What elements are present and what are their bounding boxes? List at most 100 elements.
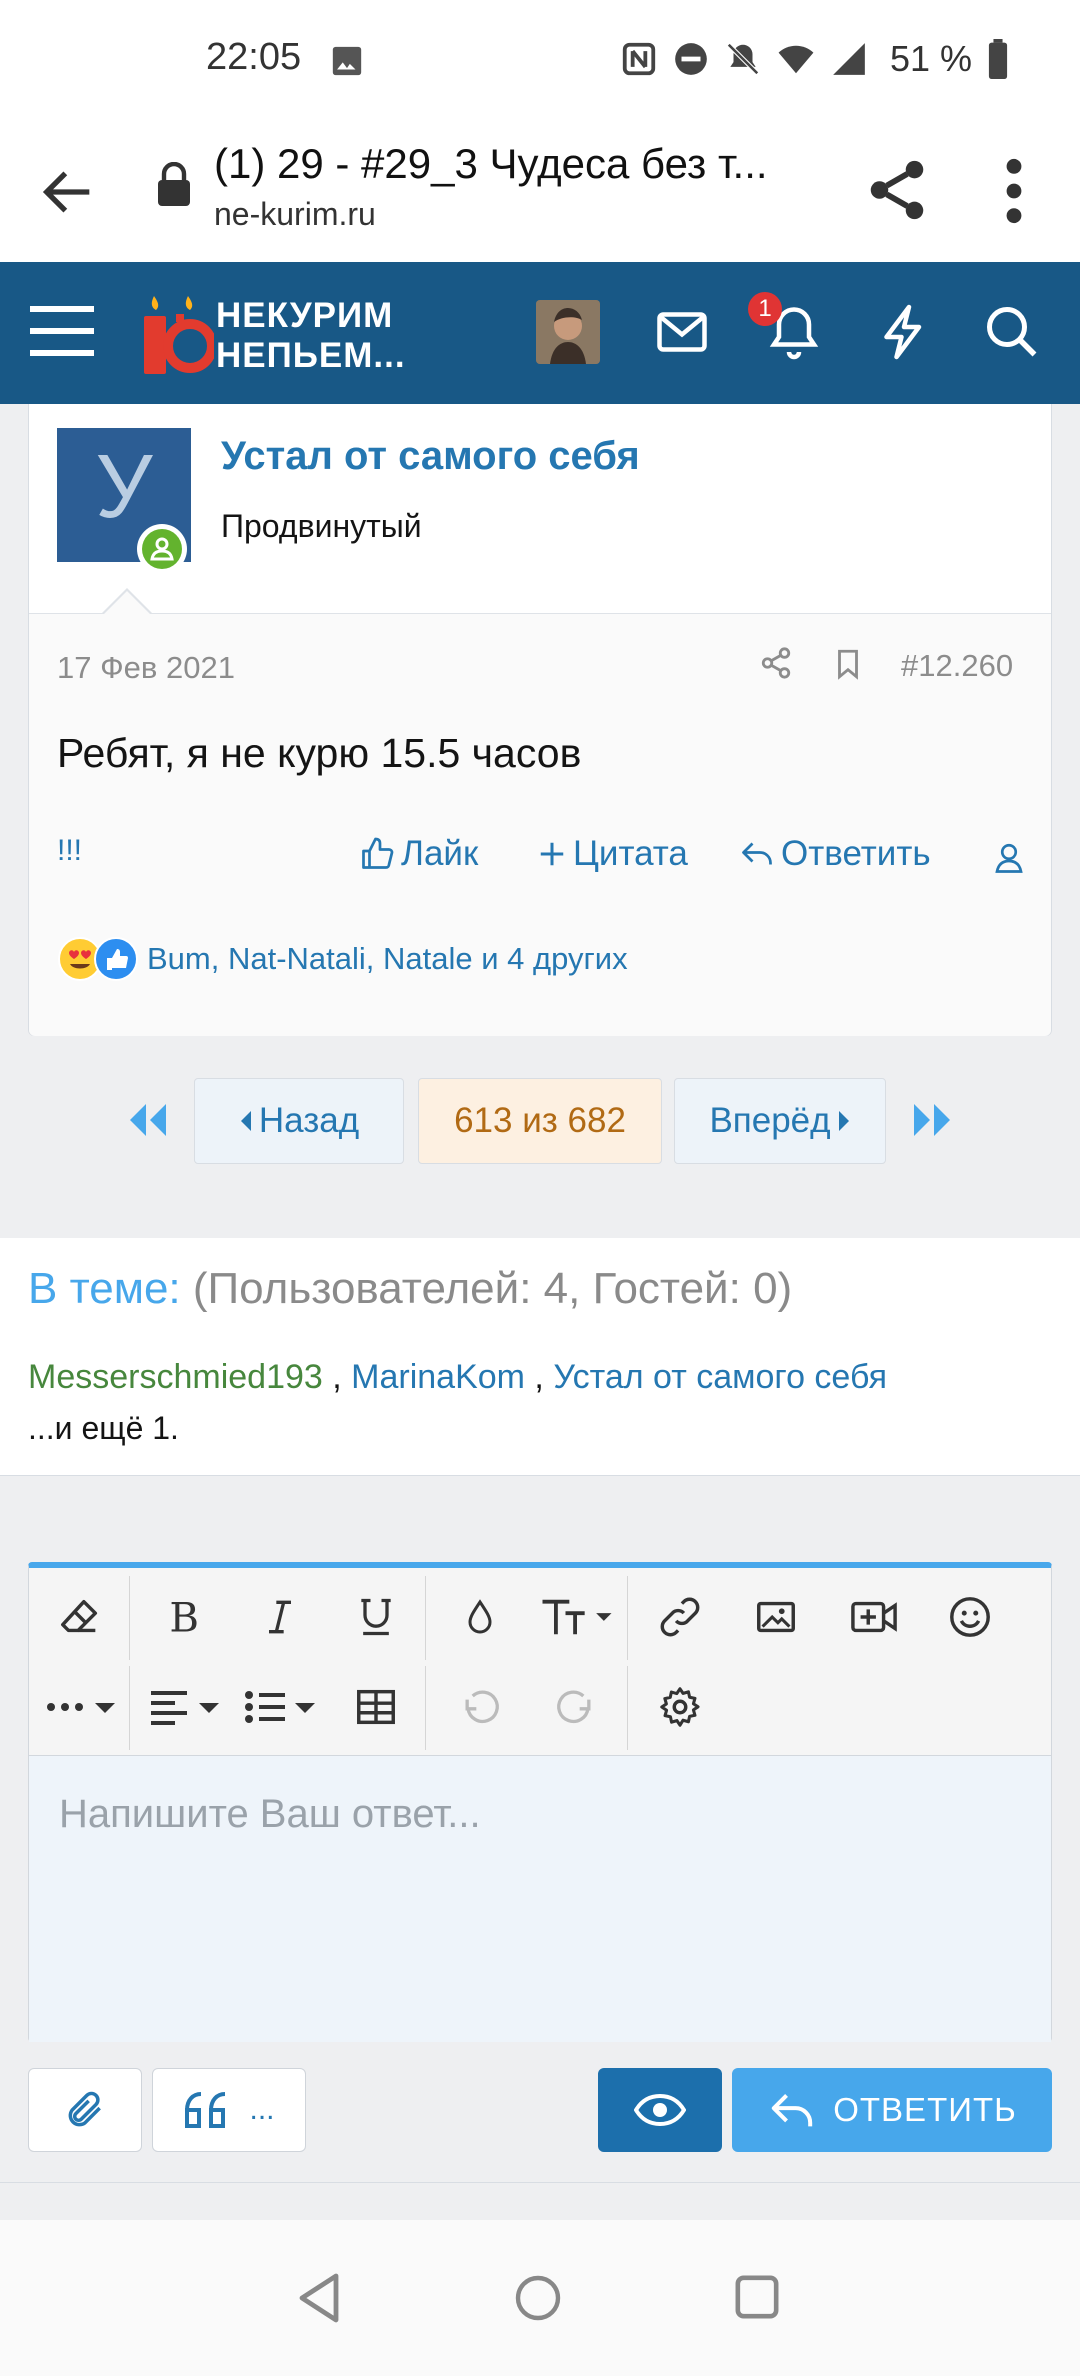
reactions-summary[interactable]: Bum, Nat-Natali, Natale и 4 других [57, 936, 628, 982]
url-domain[interactable]: ne-kurim.ru [214, 196, 376, 233]
font-size-icon[interactable] [535, 1582, 619, 1652]
bookmark-icon[interactable] [831, 646, 865, 682]
reply-icon [772, 2094, 813, 2127]
lightning-icon[interactable] [874, 302, 934, 362]
last-page-icon[interactable] [910, 1102, 954, 1138]
reply-placeholder: Напишите Ваш ответ... [59, 1792, 481, 1836]
battery-icon [988, 39, 1008, 79]
next-page-button[interactable]: Вперёд [674, 1078, 886, 1164]
align-icon[interactable] [145, 1672, 225, 1742]
online-user-link[interactable]: Messerschmied193 [28, 1358, 323, 1396]
status-bar: 22:05 51 % [0, 0, 1080, 120]
post-exclaim[interactable]: !!! [57, 834, 82, 868]
post-date[interactable]: 17 Фев 2021 [57, 650, 235, 686]
submit-reply-button[interactable]: ОТВЕТИТЬ [732, 2068, 1052, 2152]
logo-line1: НЕКУРИМ [216, 296, 394, 335]
nav-back-icon[interactable] [296, 2272, 342, 2324]
dnd-icon [675, 43, 707, 75]
hamburger-menu-icon[interactable] [30, 302, 94, 362]
prev-page-button[interactable]: Назад [194, 1078, 404, 1164]
bell-off-icon [727, 43, 759, 75]
search-icon[interactable] [982, 302, 1042, 362]
next-label: Вперёд [709, 1101, 831, 1140]
quote-label: Цитата [573, 834, 688, 873]
plus-icon [540, 842, 564, 866]
insert-quotes-button[interactable]: ... [152, 2068, 306, 2152]
more-options-icon[interactable] [41, 1672, 121, 1742]
undo-icon[interactable] [445, 1672, 515, 1742]
signal-icon [833, 43, 865, 75]
table-icon[interactable] [341, 1672, 411, 1742]
quote-button[interactable]: Цитата [537, 834, 688, 874]
more-vertical-icon[interactable] [994, 154, 1034, 228]
underline-icon[interactable] [341, 1582, 411, 1652]
logo-text: НЕКУРИМ НЕПЬЕМ... [216, 296, 406, 376]
image-insert-icon[interactable] [741, 1582, 811, 1652]
attach-files-button[interactable] [28, 2068, 142, 2152]
clear-formatting-icon[interactable] [45, 1582, 115, 1652]
mail-icon[interactable] [652, 302, 712, 362]
reply-button-label: ОТВЕТИТЬ [833, 2091, 1017, 2128]
nfc-icon [622, 42, 656, 76]
user-avatar[interactable] [536, 300, 600, 364]
caret-left-icon [240, 1111, 251, 1131]
post-author-block: У Устал от самого себя Продвинутый [29, 404, 1051, 614]
status-icons: 51 % [620, 38, 1010, 80]
user-icon[interactable] [991, 840, 1027, 876]
browser-toolbar: (1) 29 - #29_3 Чудеса без т... ne-kurim.… [0, 120, 1080, 262]
list-icon[interactable] [241, 1672, 321, 1742]
post-text: Ребят, я не курю 15.5 часов [57, 730, 582, 776]
users-in-thread: В теме: (Пользователей: 4, Гостей: 0) Me… [0, 1238, 1080, 1476]
eye-icon [634, 2093, 686, 2127]
nav-home-icon[interactable] [514, 2274, 562, 2322]
like-button[interactable]: Лайк [359, 834, 478, 874]
nav-recents-icon[interactable] [734, 2274, 780, 2320]
italic-icon[interactable] [245, 1582, 315, 1652]
back-arrow-icon[interactable] [36, 160, 100, 224]
video-insert-icon[interactable] [839, 1582, 909, 1652]
post-card: У Устал от самого себя Продвинутый 17 Фе… [28, 404, 1052, 1036]
link-icon[interactable] [645, 1582, 715, 1652]
wifi-icon [778, 45, 814, 74]
bold-icon[interactable]: B [149, 1582, 219, 1652]
like-reaction-icon [94, 937, 138, 981]
quote-marks-icon [185, 2092, 226, 2128]
first-page-icon[interactable] [126, 1102, 170, 1138]
reactions-text[interactable]: Bum, Nat-Natali, Natale и 4 других [147, 941, 628, 977]
like-label: Лайк [401, 834, 479, 873]
page-title[interactable]: (1) 29 - #29_3 Чудеса без т... [214, 140, 814, 188]
site-logo[interactable]: НЕКУРИМ НЕПЬЕМ... [138, 290, 408, 378]
online-status-icon [137, 524, 187, 574]
svg-text:B: B [169, 1595, 199, 1640]
share-icon[interactable] [862, 150, 932, 230]
post-number[interactable]: #12.260 [901, 648, 1013, 684]
online-users-list: Messerschmied193 , MarinaKom , Устал от … [28, 1358, 887, 1397]
user-separator: , [524, 1358, 554, 1396]
in-thread-counts: (Пользователей: 4, Гостей: 0) [192, 1264, 793, 1313]
reply-arrow-icon [742, 842, 772, 865]
editor-toolbar: B [29, 1568, 1051, 1756]
author-name[interactable]: Устал от самого себя [221, 434, 640, 479]
current-page[interactable]: 613 из 682 [418, 1078, 662, 1164]
notification-badge[interactable]: 1 [748, 292, 782, 326]
status-time: 22:05 [206, 36, 302, 78]
candle-logo-icon [144, 296, 214, 374]
reply-button[interactable]: Ответить [739, 834, 931, 874]
text-color-icon[interactable] [445, 1582, 515, 1652]
lock-icon[interactable] [156, 162, 192, 206]
post-share-icon[interactable] [759, 646, 793, 680]
reply-textarea[interactable]: Напишите Ваш ответ... [29, 1756, 1051, 2042]
caret-right-icon [838, 1111, 849, 1131]
author-pointer-fill [103, 591, 151, 615]
reply-editor: B Напишите Ваш ответ... [28, 1562, 1052, 2042]
online-user-link[interactable]: Устал от самого себя [553, 1358, 887, 1396]
settings-gear-icon[interactable] [645, 1672, 715, 1742]
thumbs-up-icon [362, 837, 394, 869]
emoji-icon[interactable] [935, 1582, 1005, 1652]
more-users: ...и ещё 1. [28, 1410, 179, 1446]
online-user-link[interactable]: MarinaKom [351, 1358, 525, 1396]
redo-icon[interactable] [541, 1672, 611, 1742]
preview-button[interactable] [598, 2068, 722, 2152]
site-header: НЕКУРИМ НЕПЬЕМ... 1 [0, 262, 1080, 404]
avatar-photo [536, 300, 600, 364]
